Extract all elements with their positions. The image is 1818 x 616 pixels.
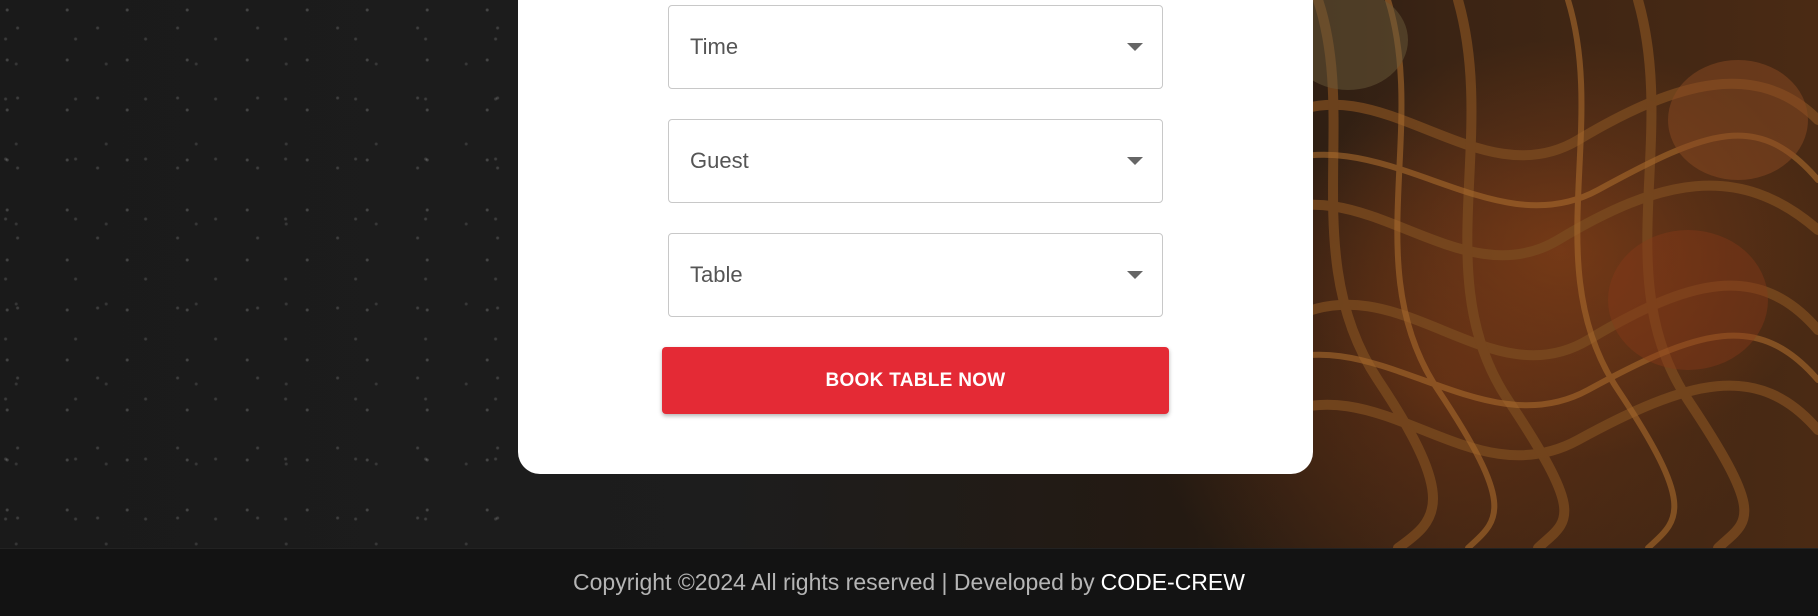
booking-form-card: Time Guest Table BOOK TABLE NOW bbox=[518, 0, 1313, 474]
food-image bbox=[1258, 0, 1818, 548]
guest-select-label: Guest bbox=[690, 148, 749, 173]
guest-select[interactable]: Guest bbox=[668, 119, 1163, 203]
table-select[interactable]: Table bbox=[668, 233, 1163, 317]
footer: Copyright ©2024 All rights reserved | De… bbox=[0, 548, 1818, 616]
book-table-button[interactable]: BOOK TABLE NOW bbox=[662, 347, 1169, 414]
time-select[interactable]: Time bbox=[668, 5, 1163, 89]
chevron-down-icon bbox=[1127, 271, 1143, 279]
developer-brand-link[interactable]: CODE-CREW bbox=[1101, 569, 1245, 596]
table-select-label: Table bbox=[690, 262, 743, 287]
copyright-text: Copyright ©2024 All rights reserved | De… bbox=[573, 569, 1095, 595]
chevron-down-icon bbox=[1127, 43, 1143, 51]
time-select-label: Time bbox=[690, 34, 739, 59]
chevron-down-icon bbox=[1127, 157, 1143, 165]
